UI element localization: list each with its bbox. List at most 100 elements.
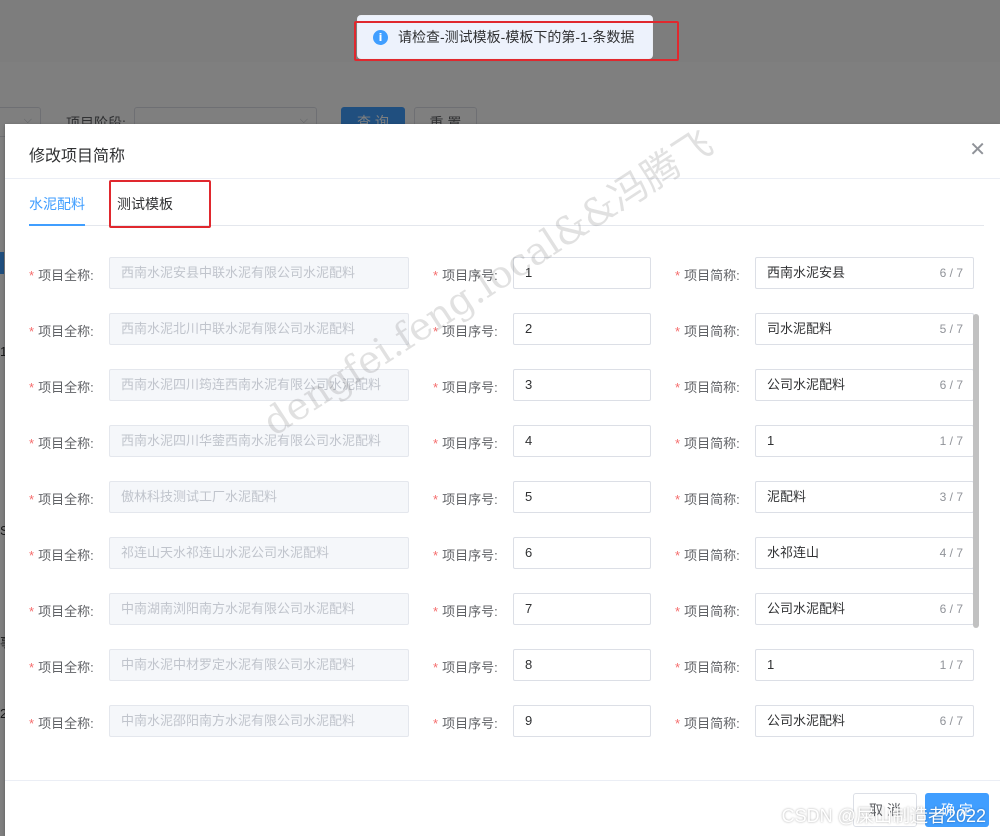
- field-label-text: 项目序号:: [442, 436, 498, 451]
- required-asterisk: *: [29, 436, 35, 451]
- field-label: * 项目序号:: [433, 433, 498, 452]
- dialog-title: 修改项目简称: [29, 148, 126, 165]
- field-label-text: 项目全称:: [38, 548, 94, 563]
- field-label: * 项目全称:: [29, 433, 94, 452]
- short-name-input[interactable]: 1 1 / 7: [755, 425, 974, 457]
- char-count: 3 / 7: [939, 490, 963, 504]
- short-name-input[interactable]: 水祁连山 4 / 7: [755, 537, 974, 569]
- field-label: * 项目序号:: [433, 321, 498, 340]
- field-label: * 项目全称:: [29, 713, 94, 732]
- required-asterisk: *: [675, 548, 681, 563]
- short-name-value: 公司水泥配料: [767, 377, 846, 392]
- field-label-text: 项目序号:: [442, 324, 498, 339]
- short-name-input[interactable]: 西南水泥安县 6 / 7: [755, 257, 974, 289]
- csdn-watermark: CSDN @屎山制造者2022: [781, 806, 986, 826]
- form-list: * 项目全称: 西南水泥安县中联水泥有限公司水泥配料 * 项目序号: 1 * 项目简称: 西南水…: [5, 226, 985, 766]
- seq-no-input[interactable]: 8: [513, 649, 651, 681]
- short-name-input[interactable]: 泥配料 3 / 7: [755, 481, 974, 513]
- field-label-text: 项目简称:: [684, 380, 740, 395]
- field-label: * 项目序号:: [433, 265, 498, 284]
- form-row: * 项目全称: 傲林科技测试工厂水泥配料 * 项目序号: 5 * 项目简称: 泥配料 3 / 7: [5, 481, 985, 513]
- char-count: 6 / 7: [939, 714, 963, 728]
- required-asterisk: *: [29, 324, 35, 339]
- char-count: 1 / 7: [939, 658, 963, 672]
- required-asterisk: *: [433, 268, 439, 283]
- field-label-text: 项目序号:: [442, 716, 498, 731]
- close-icon[interactable]: ✕: [969, 139, 986, 159]
- seq-no-input[interactable]: 7: [513, 593, 651, 625]
- field-label: * 项目简称:: [675, 265, 740, 284]
- full-name-input[interactable]: 中南水泥邵阳南方水泥有限公司水泥配料: [109, 705, 409, 737]
- char-count: 6 / 7: [939, 266, 963, 280]
- field-label-text: 项目全称:: [38, 380, 94, 395]
- field-label: * 项目序号:: [433, 657, 498, 676]
- full-name-input[interactable]: 中南湖南浏阳南方水泥有限公司水泥配料: [109, 593, 409, 625]
- required-asterisk: *: [675, 604, 681, 619]
- field-label-text: 项目序号:: [442, 660, 498, 675]
- field-label-text: 项目序号:: [442, 548, 498, 563]
- full-name-input[interactable]: 傲林科技测试工厂水泥配料: [109, 481, 409, 513]
- field-label-text: 项目序号:: [442, 604, 498, 619]
- field-label-text: 项目全称:: [38, 604, 94, 619]
- required-asterisk: *: [675, 436, 681, 451]
- seq-no-input[interactable]: 6: [513, 537, 651, 569]
- short-name-value: 水祁连山: [767, 545, 820, 560]
- seq-no-input[interactable]: 5: [513, 481, 651, 513]
- field-label: * 项目序号:: [433, 377, 498, 396]
- field-label: * 项目简称:: [675, 489, 740, 508]
- seq-no-input[interactable]: 9: [513, 705, 651, 737]
- form-row: * 项目全称: 西南水泥北川中联水泥有限公司水泥配料 * 项目序号: 2 * 项目简称: 司水泥…: [5, 313, 985, 345]
- short-name-input[interactable]: 司水泥配料 5 / 7: [755, 313, 974, 345]
- field-label-text: 项目简称:: [684, 660, 740, 675]
- field-label-text: 项目全称:: [38, 324, 94, 339]
- required-asterisk: *: [29, 268, 35, 283]
- full-name-input[interactable]: 西南水泥四川筠连西南水泥有限公司水泥配料: [109, 369, 409, 401]
- required-asterisk: *: [29, 660, 35, 675]
- required-asterisk: *: [433, 660, 439, 675]
- required-asterisk: *: [433, 324, 439, 339]
- seq-no-input[interactable]: 3: [513, 369, 651, 401]
- seq-no-input[interactable]: 4: [513, 425, 651, 457]
- short-name-input[interactable]: 公司水泥配料 6 / 7: [755, 593, 974, 625]
- field-label-text: 项目全称:: [38, 436, 94, 451]
- field-label-text: 项目全称:: [38, 268, 94, 283]
- full-name-input[interactable]: 西南水泥北川中联水泥有限公司水泥配料: [109, 313, 409, 345]
- char-count: 4 / 7: [939, 546, 963, 560]
- short-name-value: 1: [767, 433, 775, 448]
- short-name-value: 1: [767, 657, 775, 672]
- field-label: * 项目序号:: [433, 545, 498, 564]
- field-label: * 项目全称:: [29, 377, 94, 396]
- field-label: * 项目简称:: [675, 433, 740, 452]
- field-label: * 项目简称:: [675, 601, 740, 620]
- form-row: * 项目全称: 西南水泥四川筠连西南水泥有限公司水泥配料 * 项目序号: 3 * 项目简称: 公…: [5, 369, 985, 401]
- required-asterisk: *: [433, 436, 439, 451]
- short-name-value: 公司水泥配料: [767, 713, 846, 728]
- required-asterisk: *: [433, 380, 439, 395]
- short-name-value: 司水泥配料: [767, 321, 833, 336]
- full-name-input[interactable]: 西南水泥安县中联水泥有限公司水泥配料: [109, 257, 409, 289]
- field-label-text: 项目简称:: [684, 604, 740, 619]
- required-asterisk: *: [433, 604, 439, 619]
- short-name-input[interactable]: 公司水泥配料 6 / 7: [755, 369, 974, 401]
- required-asterisk: *: [29, 548, 35, 563]
- full-name-input[interactable]: 祁连山天水祁连山水泥公司水泥配料: [109, 537, 409, 569]
- form-row: * 项目全称: 祁连山天水祁连山水泥公司水泥配料 * 项目序号: 6 * 项目简称: 水祁连山 4…: [5, 537, 985, 569]
- scrollbar[interactable]: [973, 314, 979, 628]
- seq-no-input[interactable]: 2: [513, 313, 651, 345]
- field-label: * 项目简称:: [675, 545, 740, 564]
- short-name-input[interactable]: 公司水泥配料 6 / 7: [755, 705, 974, 737]
- full-name-input[interactable]: 西南水泥四川华蓥西南水泥有限公司水泥配料: [109, 425, 409, 457]
- edit-dialog: 修改项目简称 ✕ 水泥配料 测试模板 * 项目全称: 西南水泥安县中联水泥有限公司水…: [5, 124, 1000, 836]
- required-asterisk: *: [433, 548, 439, 563]
- field-label: * 项目全称:: [29, 265, 94, 284]
- field-label-text: 项目简称:: [684, 324, 740, 339]
- tab-cement-batching[interactable]: 水泥配料: [29, 194, 85, 214]
- char-count: 6 / 7: [939, 378, 963, 392]
- field-label-text: 项目序号:: [442, 380, 498, 395]
- seq-no-input[interactable]: 1: [513, 257, 651, 289]
- dialog-header: 修改项目简称 ✕: [5, 124, 1000, 179]
- field-label-text: 项目简称:: [684, 268, 740, 283]
- short-name-input[interactable]: 1 1 / 7: [755, 649, 974, 681]
- full-name-input[interactable]: 中南水泥中材罗定水泥有限公司水泥配料: [109, 649, 409, 681]
- required-asterisk: *: [675, 268, 681, 283]
